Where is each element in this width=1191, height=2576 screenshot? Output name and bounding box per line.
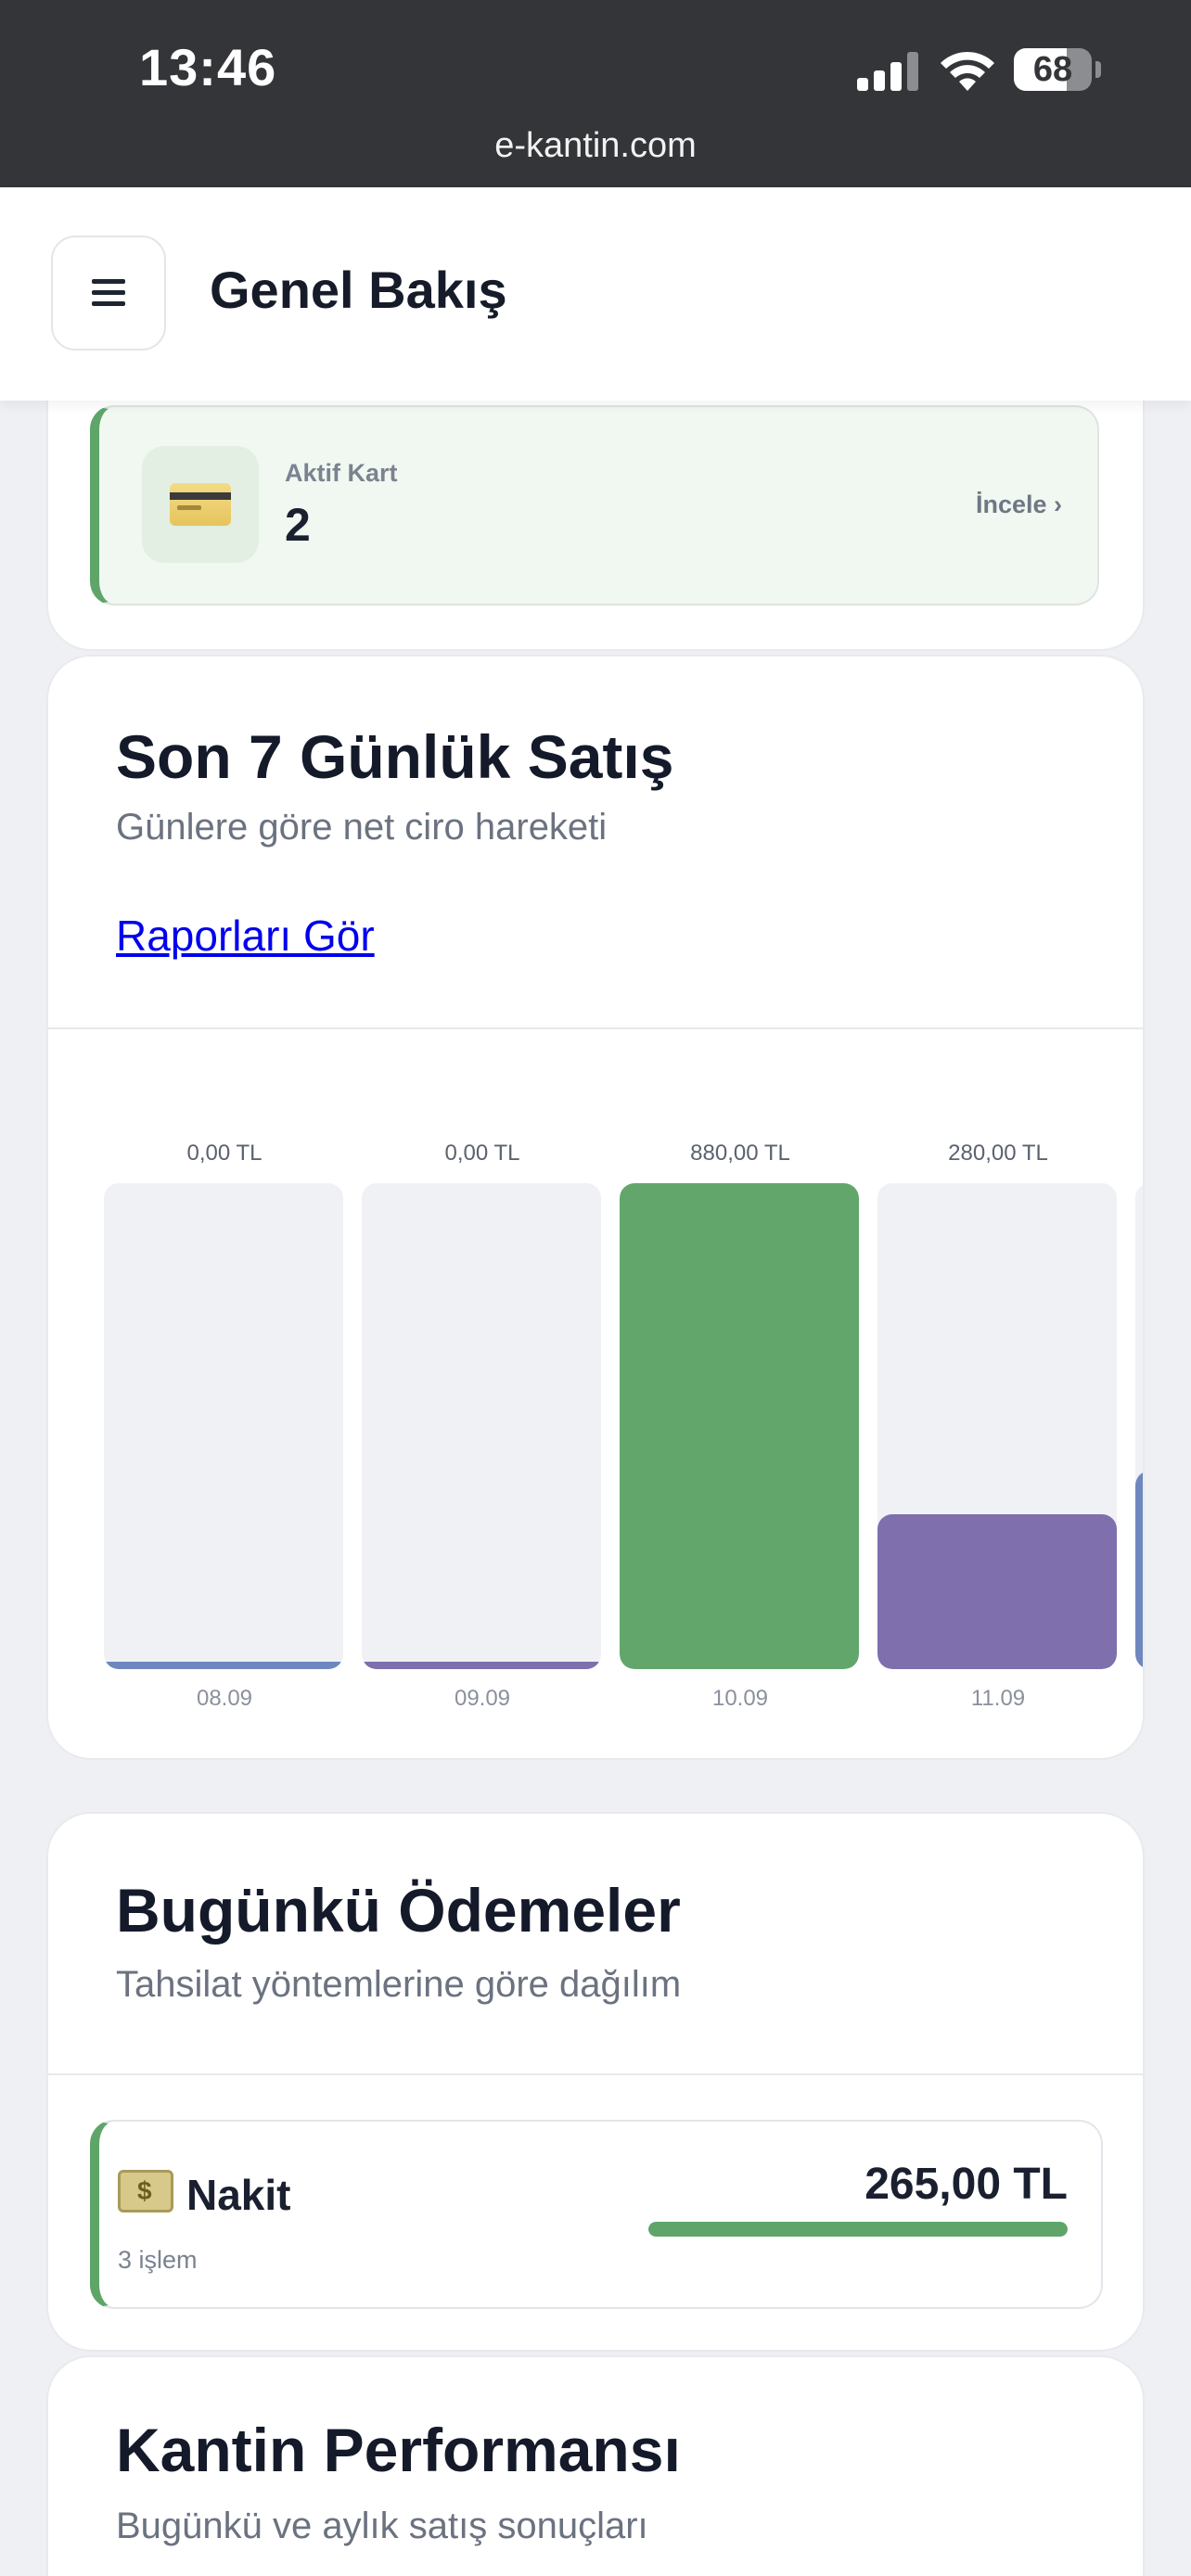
inspect-link[interactable]: İncele › [976, 491, 1062, 519]
payments-subtitle: Tahsilat yöntemlerine göre dağılım [116, 1964, 682, 2005]
stat-value: 2 [285, 499, 311, 551]
payments-title: Bugünkü Ödemeler [116, 1876, 681, 1945]
payment-amount: 265,00 TL [864, 2160, 1068, 2209]
bar-value-label: 280,00 TL [948, 1141, 1048, 1166]
stat-label: Aktif Kart [285, 459, 398, 487]
browser-url[interactable]: e-kantin.com [0, 126, 1191, 166]
bar-date-label: 11.09 [970, 1686, 1026, 1711]
status-time: 13:46 [139, 38, 277, 96]
bar[interactable] [877, 1514, 1117, 1669]
sales-bar-chart: 0,00 TL 08.09 0,00 TL 09.09 880,00 TL 10.09 28… [48, 657, 1143, 1758]
bar-value-label: 0,00 TL [186, 1141, 263, 1166]
wifi-icon [941, 51, 994, 91]
page-title: Genel Bakış [210, 261, 507, 319]
performance-subtitle: Bugünkü ve aylık satış sonuçları [116, 2506, 648, 2546]
bar-date-label: 09.09 [454, 1686, 511, 1711]
signal-icon [857, 52, 920, 91]
battery-level: 68 [1032, 50, 1073, 89]
performance-title: Kantin Performansı [116, 2416, 681, 2484]
bar-track [104, 1183, 343, 1669]
performance-card: Kantin Performansı Bugünkü ve aylık satı… [46, 2355, 1145, 2576]
bar-date-label: 08.09 [196, 1686, 253, 1711]
payment-method-label: Nakit [186, 2171, 291, 2219]
bar-value-label: 880,00 TL [690, 1141, 790, 1166]
status-bar: 13:46 68 e-kantin.com [0, 0, 1191, 187]
bar-date-label: 10.09 [711, 1686, 769, 1711]
sales-card: Son 7 Günlük Satış Günlere göre net ciro… [46, 655, 1145, 1760]
app-header: Genel Bakış [0, 187, 1191, 401]
bar[interactable] [620, 1183, 859, 1669]
bar-track-partial [1135, 1183, 1143, 1669]
bar-track [620, 1183, 859, 1669]
battery-tip [1095, 61, 1101, 78]
bar[interactable] [362, 1662, 601, 1669]
credit-card-icon [142, 446, 259, 563]
hamburger-icon [92, 279, 125, 307]
payment-count: 3 işlem [118, 2246, 198, 2274]
payment-item-cash[interactable]: Nakit 3 işlem 265,00 TL [90, 2120, 1103, 2309]
bar-track [362, 1183, 601, 1669]
bar-partial[interactable] [1135, 1470, 1143, 1669]
bar-track [877, 1183, 1117, 1669]
money-icon [118, 2170, 173, 2213]
battery-icon: 68 [1014, 48, 1092, 91]
payment-share-bar [648, 2222, 1068, 2237]
bar-value-label: 0,00 TL [444, 1141, 520, 1166]
menu-button[interactable] [51, 236, 166, 351]
payments-card: Bugünkü Ödemeler Tahsilat yöntemlerine g… [46, 1812, 1145, 2352]
bar[interactable] [104, 1662, 343, 1669]
section-divider [48, 2073, 1143, 2075]
active-card-stat[interactable]: Aktif Kart 2 İncele › [90, 405, 1099, 606]
